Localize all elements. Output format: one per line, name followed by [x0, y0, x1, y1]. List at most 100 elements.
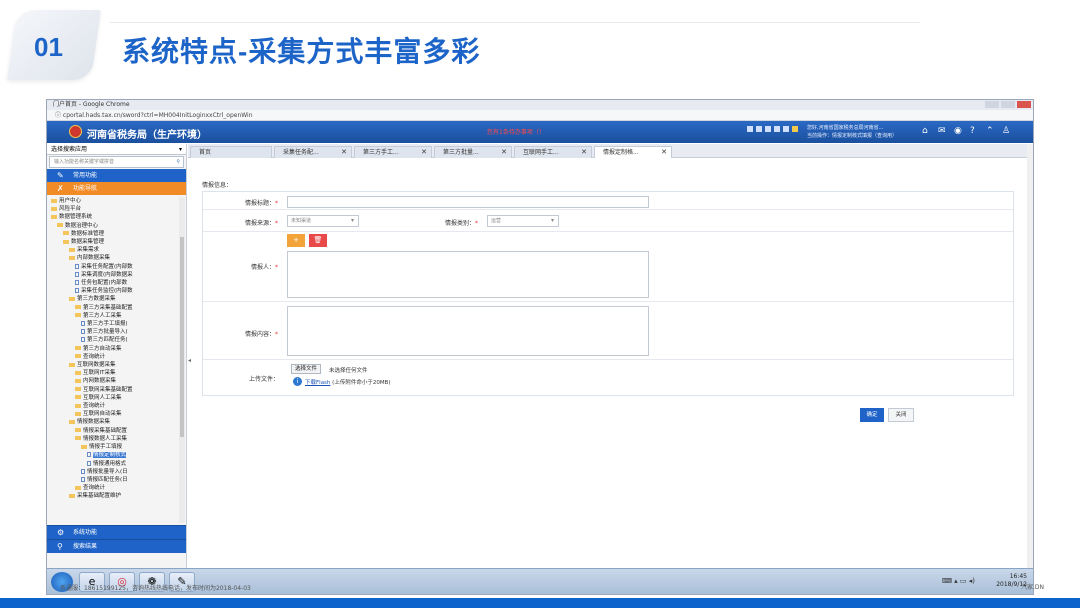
close-window-button[interactable]: [1017, 101, 1031, 108]
tree-node[interactable]: 第三方匹配任务(: [47, 336, 186, 344]
toolbar-square-icon[interactable]: [747, 126, 753, 132]
toolbar-square-icon[interactable]: [792, 126, 798, 132]
collapse-sidebar-icon[interactable]: ◂: [188, 357, 191, 364]
tree-node-label: 第三方数据采集: [77, 296, 116, 303]
maximize-button[interactable]: [1001, 101, 1015, 108]
tree-node[interactable]: 第三方批量导入(: [47, 328, 186, 336]
tree-node[interactable]: 第三方自动采集: [47, 345, 186, 353]
category-select[interactable]: 运营 ▾: [487, 215, 559, 227]
tree-node[interactable]: 互联网自动采集: [47, 410, 186, 418]
tab-intel-custom[interactable]: 情报定制格... ✕: [594, 146, 672, 158]
tree-node[interactable]: 第三方人工采集: [47, 312, 186, 320]
menu-search-input[interactable]: 输入功能名称关键字或拼音 ⚲: [49, 156, 184, 168]
tree-node[interactable]: 内网数据采集: [47, 377, 186, 385]
tree-node[interactable]: 数据采集管理: [47, 238, 186, 246]
tree-node[interactable]: 查询统计: [47, 484, 186, 492]
common-functions-menu[interactable]: ✎ 常用功能: [47, 169, 186, 182]
clock-time: 16:45: [1009, 573, 1027, 580]
function-nav-menu[interactable]: ✗ 功能导航: [47, 182, 186, 195]
tree-node[interactable]: 用户中心: [47, 197, 186, 205]
folder-icon: [75, 346, 81, 351]
tree-node[interactable]: 情报定制核式: [47, 451, 186, 459]
tree-node[interactable]: 采集任务配置(内部数: [47, 263, 186, 271]
tree-node[interactable]: 第三方数据采集: [47, 295, 186, 303]
tree-node[interactable]: 情报通用格式: [47, 460, 186, 468]
close-tab-icon[interactable]: ✕: [661, 147, 667, 158]
tree-node[interactable]: 情报数据人工采集: [47, 435, 186, 443]
tree-node-label: 查询统计: [83, 403, 106, 410]
content-textarea[interactable]: [287, 306, 649, 356]
app-search-select[interactable]: 选择搜索应用 ▾: [47, 144, 186, 155]
toolbar-square-icon[interactable]: [765, 126, 771, 132]
mail-icon[interactable]: ✉: [938, 126, 946, 136]
tree-scroll-thumb[interactable]: [180, 237, 184, 437]
tree-scrollbar[interactable]: [179, 197, 185, 523]
add-person-button[interactable]: +: [287, 234, 305, 247]
choose-file-button[interactable]: 选择文件: [291, 364, 322, 374]
tree-node[interactable]: 第三方手工填报(: [47, 320, 186, 328]
page-scrollbar[interactable]: [1027, 144, 1033, 570]
confirm-button[interactable]: 确定: [860, 408, 884, 422]
tree-node-label: 情报数据采集: [77, 419, 111, 426]
tree-node[interactable]: 情报采集基础配置: [47, 427, 186, 435]
person-textarea[interactable]: [287, 251, 649, 298]
tree-node[interactable]: 风险平台: [47, 205, 186, 213]
tree-node[interactable]: 第三方采集基础配置: [47, 304, 186, 312]
tree-node-label: 第三方批量导入(: [87, 329, 128, 336]
title-input[interactable]: [287, 196, 649, 208]
function-nav-label: 功能导航: [73, 185, 98, 192]
tab-third-party-manual[interactable]: 第三方手工... ✕: [354, 146, 432, 158]
tree-node[interactable]: 采集任务监控(内部数: [47, 287, 186, 295]
tree-node[interactable]: 任务包配置(内部数: [47, 279, 186, 287]
close-button[interactable]: 关闭: [888, 408, 914, 422]
help-icon[interactable]: ?: [970, 126, 975, 136]
home-icon[interactable]: ⌂: [922, 126, 928, 136]
file-icon: [75, 288, 79, 294]
tree-node[interactable]: 互联网采集基础配置: [47, 386, 186, 394]
toolbar-square-icon[interactable]: [756, 126, 762, 132]
tree-node-label: 数据标准管理: [71, 230, 105, 237]
tree-node[interactable]: 数据管理系统: [47, 213, 186, 221]
close-tab-icon[interactable]: ✕: [501, 147, 507, 158]
system-functions-menu[interactable]: ⚙ 系统功能: [47, 525, 186, 539]
tree-node[interactable]: 数据标准管理: [47, 230, 186, 238]
download-flash-link[interactable]: 下载Flash: [305, 380, 330, 386]
tree-node[interactable]: 采集需求: [47, 246, 186, 254]
tree-node[interactable]: 采集基础配置维护: [47, 492, 186, 500]
source-select[interactable]: 未知渠道 ▾: [287, 215, 359, 227]
toolbar-square-icon[interactable]: [774, 126, 780, 132]
tree-node[interactable]: 互联网数据采集: [47, 361, 186, 369]
tree-node[interactable]: 互联网IT采集: [47, 369, 186, 377]
tree-node[interactable]: 内部数据采集: [47, 254, 186, 262]
search-results-menu[interactable]: ⚲ 搜索结果: [47, 539, 186, 553]
tree-node[interactable]: 查询统计: [47, 353, 186, 361]
tab-collection-task[interactable]: 采集任务配... ✕: [274, 146, 352, 158]
tree-node[interactable]: 查询统计: [47, 402, 186, 410]
tree-node[interactable]: 情报批量导入(日: [47, 468, 186, 476]
toolbar-square-icon[interactable]: [783, 126, 789, 132]
close-tab-icon[interactable]: ✕: [581, 147, 587, 158]
minimize-button[interactable]: [985, 101, 999, 108]
address-bar[interactable]: ⓘ cportal.hads.tax.cn/sword?ctrl=MH004In…: [47, 110, 1033, 121]
tab-home[interactable]: 首页: [190, 146, 272, 158]
tab-internet-manual[interactable]: 互联网手工... ✕: [514, 146, 592, 158]
tree-node[interactable]: 情报匹配任务(日: [47, 476, 186, 484]
tree-node[interactable]: 情报手工填报: [47, 443, 186, 451]
up-icon[interactable]: ⌃: [986, 126, 994, 136]
tools-icon: ✗: [57, 184, 64, 193]
close-tab-icon[interactable]: ✕: [341, 147, 347, 158]
user-menu-icon[interactable]: ♙: [1002, 126, 1010, 136]
tree-node[interactable]: 采集调度(内部数据采: [47, 271, 186, 279]
close-tab-icon[interactable]: ✕: [421, 147, 427, 158]
tab-third-party-batch[interactable]: 第三方批量... ✕: [434, 146, 512, 158]
folder-icon: [51, 206, 57, 211]
tree-node[interactable]: 互联网人工采集: [47, 394, 186, 402]
todo-alert[interactable]: 您有1条待办事项（！: [487, 127, 545, 136]
system-tray-icons[interactable]: ⌨ ▴ ▭ ◂): [942, 577, 975, 585]
tree-node[interactable]: 情报数据采集: [47, 418, 186, 426]
search-icon[interactable]: ⚲: [176, 157, 180, 167]
flash-icon: i: [293, 377, 302, 386]
eye-icon[interactable]: ◉: [954, 126, 962, 136]
delete-person-button[interactable]: 🗑: [309, 234, 327, 247]
tree-node[interactable]: 数据治理中心: [47, 222, 186, 230]
